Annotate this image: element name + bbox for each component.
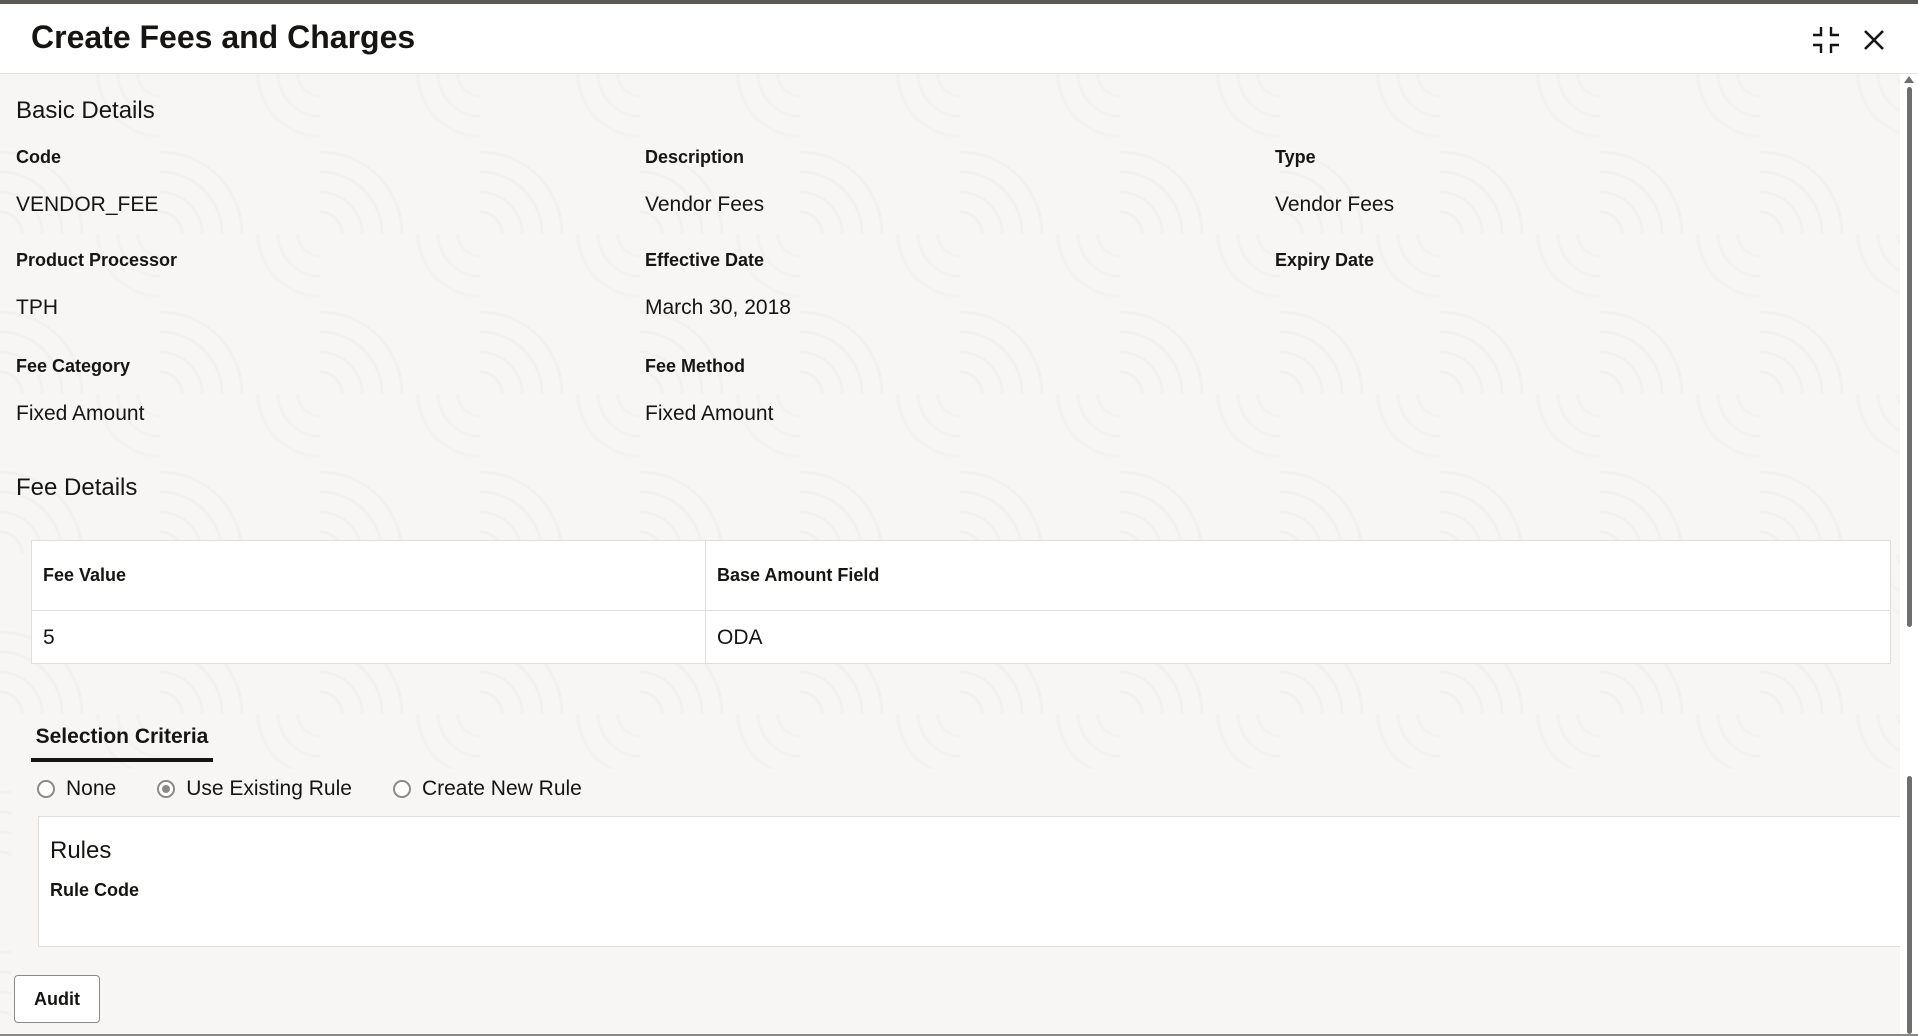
radio-use-existing-rule-label: Use Existing Rule xyxy=(186,777,352,800)
expiry-date-label: Expiry Date xyxy=(1275,250,1375,270)
dialog-body: Basic Details Code VENDOR_FEE Descriptio… xyxy=(0,74,1900,1034)
dialog-title: Create Fees and Charges xyxy=(31,19,416,55)
radio-create-new-rule-label: Create New Rule xyxy=(421,777,582,800)
type-value: Vendor Fees xyxy=(1275,193,1395,216)
description-label: Description xyxy=(645,147,745,167)
table-header-fee-value: Fee Value xyxy=(32,541,705,611)
fee-category-label: Fee Category xyxy=(16,356,131,376)
dialog-header: Create Fees and Charges xyxy=(0,4,1918,74)
vertical-scrollbar[interactable] xyxy=(1900,74,1918,1034)
effective-date-label: Effective Date xyxy=(645,250,765,270)
description-value: Vendor Fees xyxy=(645,193,765,216)
rules-title: Rules xyxy=(50,837,112,864)
radio-use-existing-rule[interactable]: Use Existing Rule xyxy=(157,777,352,801)
product-processor-label: Product Processor xyxy=(16,250,178,270)
fee-method-label: Fee Method xyxy=(645,356,746,376)
code-value: VENDOR_FEE xyxy=(16,193,159,216)
fee-category-value: Fixed Amount xyxy=(16,402,145,425)
selection-radio-group: None Use Existing Rule Create New Rule xyxy=(12,769,600,809)
scroll-thumb[interactable] xyxy=(1907,87,1912,627)
basic-details-title: Basic Details xyxy=(16,97,155,124)
selection-criteria-panel: None Use Existing Rule Create New Rule R… xyxy=(12,769,1900,1034)
product-processor-value: TPH xyxy=(16,296,58,319)
rules-box: Rules Rule Code xyxy=(38,816,1900,947)
tab-selection-criteria[interactable]: Selection Criteria xyxy=(31,716,213,762)
audit-button[interactable]: Audit xyxy=(14,975,100,1023)
radio-create-new-rule[interactable]: Create New Rule xyxy=(392,777,582,801)
type-label: Type xyxy=(1275,147,1316,167)
radio-create-new-rule-circle[interactable] xyxy=(392,780,411,798)
close-button[interactable] xyxy=(1854,22,1894,62)
rule-code-label: Rule Code xyxy=(50,880,140,900)
fee-details-title: Fee Details xyxy=(16,474,138,501)
create-fees-dialog: Create Fees and Charges Basic Details Co… xyxy=(0,4,1918,1036)
fee-method-value: Fixed Amount xyxy=(645,402,774,425)
effective-date-value: March 30, 2018 xyxy=(645,296,791,319)
table-cell-base-amount-field: ODA xyxy=(717,625,763,649)
fee-details-table: Fee Value Base Amount Field 5 ODA xyxy=(31,540,1891,664)
collapse-icon xyxy=(1810,24,1842,61)
radio-none[interactable]: None xyxy=(37,777,116,801)
table-header-base-amount-field: Base Amount Field xyxy=(706,541,1890,611)
scroll-thumb-lower[interactable] xyxy=(1907,776,1912,1034)
radio-none-label: None xyxy=(66,777,117,800)
radio-none-circle[interactable] xyxy=(37,780,55,798)
collapse-button[interactable] xyxy=(1806,22,1846,62)
radio-use-existing-rule-circle[interactable] xyxy=(157,780,176,798)
table-cell-fee-value: 5 xyxy=(43,625,55,649)
scroll-up-arrow-icon[interactable] xyxy=(1904,76,1914,83)
close-icon xyxy=(1862,28,1886,57)
code-label: Code xyxy=(16,147,61,167)
